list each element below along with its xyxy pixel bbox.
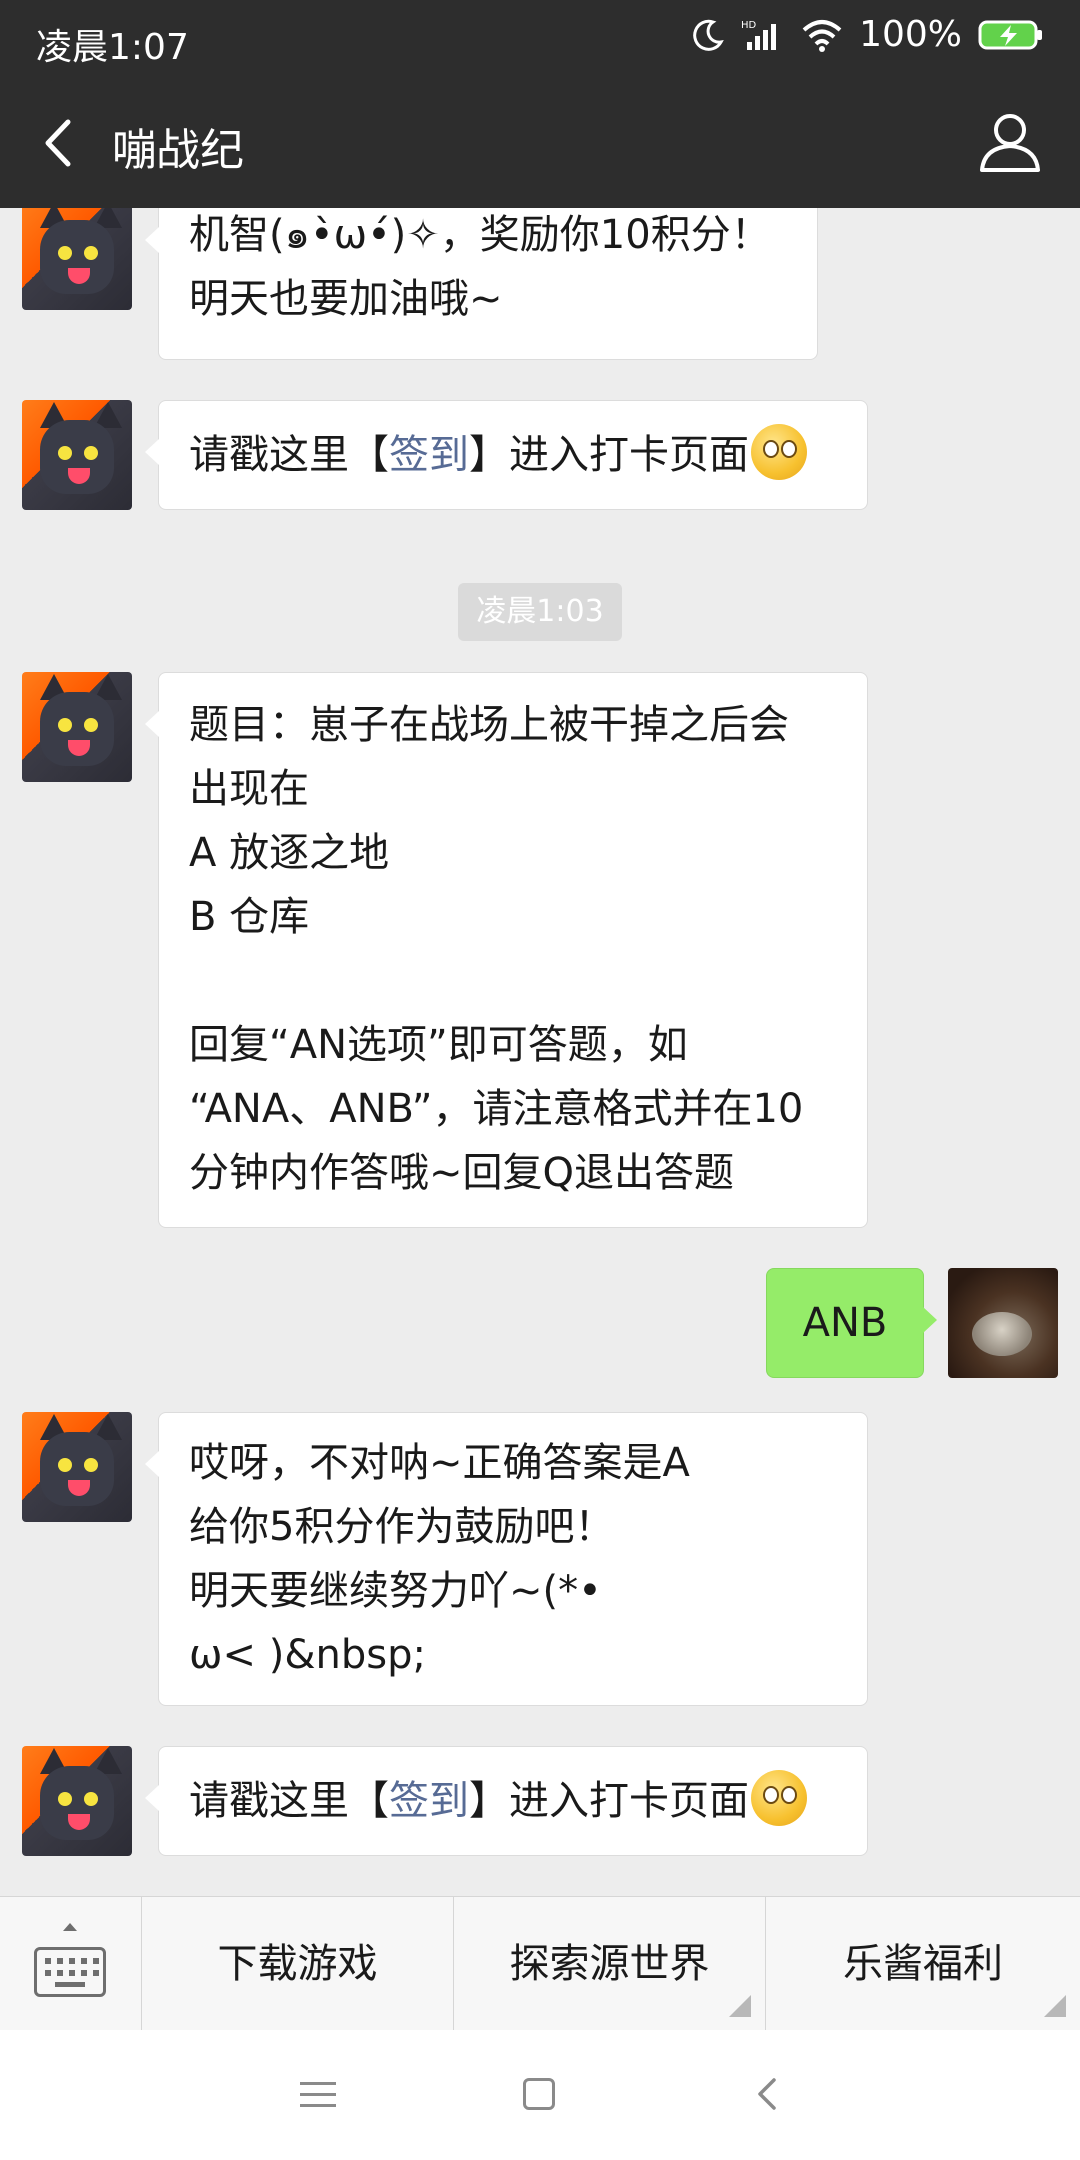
message-timestamp: 凌晨1:03	[458, 583, 622, 641]
keyboard-icon	[34, 1947, 106, 1997]
message-line: A 放逐之地	[189, 830, 390, 876]
message-line: 明天要继续努力吖~(*•	[189, 1568, 602, 1614]
profile-icon[interactable]	[974, 106, 1046, 178]
system-nav-bar	[0, 2030, 1080, 2160]
bottom-menu: 下载游戏 探索源世界 乐酱福利	[0, 1896, 1080, 2031]
checkin-link[interactable]: 签到	[389, 432, 469, 478]
chevron-up-icon	[63, 1923, 77, 1931]
user-avatar[interactable]	[948, 1268, 1058, 1378]
bot-avatar[interactable]	[22, 208, 132, 310]
menu-download-game[interactable]: 下载游戏	[142, 1897, 454, 2031]
page-title: 嘣战纪	[112, 125, 244, 176]
bot-avatar[interactable]	[22, 1412, 132, 1522]
status-icons: HD 100%	[691, 14, 1044, 55]
submenu-indicator-icon	[1044, 1995, 1066, 2017]
message-line: ​	[189, 949, 837, 1013]
message-text: 】进入打卡页面	[469, 432, 749, 478]
message-line: 题目：崽子在战场上被干掉之后会	[189, 702, 789, 748]
message-text: 】进入打卡页面	[469, 1778, 749, 1824]
message-line: 回复“AN选项”即可答题，如	[189, 1022, 688, 1068]
user-message-bubble[interactable]: ANB	[766, 1268, 937, 1378]
title-bar: 嘣战纪	[0, 78, 1080, 208]
message-line: 出现在	[189, 766, 309, 812]
bot-avatar[interactable]	[22, 672, 132, 782]
svg-text:HD: HD	[741, 20, 757, 31]
moon-icon	[693, 19, 724, 51]
menu-item-label: 乐酱福利	[843, 1941, 1003, 1987]
bot-avatar[interactable]	[22, 1746, 132, 1856]
message-line: 给你5积分作为鼓励吧！	[189, 1504, 615, 1550]
message-line: 分钟内作答哦~回复Q退出答题	[189, 1150, 734, 1196]
message-bubble[interactable]: 请戳这里【签到】进入打卡页面	[145, 400, 868, 510]
battery-percent: 100%	[859, 14, 962, 55]
battery-charging-icon	[978, 20, 1042, 49]
message-text: 请戳这里【	[189, 1778, 389, 1824]
message-line: B 仓库	[189, 894, 310, 940]
menu-welfare[interactable]: 乐酱福利	[766, 1897, 1080, 2031]
status-bar: 凌晨1:07 HD 100%	[0, 0, 1080, 78]
nav-back-icon[interactable]	[750, 2076, 786, 2112]
back-arrow-icon[interactable]	[30, 108, 100, 178]
chat-area[interactable]: 机智(๑•̀ω•́)✧，奖励你10积分！ 明天也要加油哦~ 请戳这里【签到】进入…	[0, 208, 1080, 1896]
message-bubble[interactable]: 请戳这里【签到】进入打卡页面	[145, 1746, 868, 1856]
status-time: 凌晨1:07	[36, 27, 189, 68]
message-bubble[interactable]: 哎呀，不对呐~正确答案是A 给你5积分作为鼓励吧！ 明天要继续努力吖~(*• ω…	[145, 1412, 868, 1706]
thinking-emoji-icon	[751, 424, 807, 480]
message-text: ANB	[802, 1300, 888, 1346]
hd-signal-icon: HD	[741, 20, 777, 50]
message-line: 机智(๑•̀ω•́)✧，奖励你10积分！	[189, 212, 771, 258]
message-line: “ANA、ANB”，请注意格式并在10	[189, 1086, 804, 1132]
keyboard-toggle-button[interactable]	[0, 1897, 142, 2031]
message-line: 哎呀，不对呐~正确答案是A	[189, 1440, 690, 1486]
thinking-emoji-icon	[751, 1770, 807, 1826]
menu-item-label: 探索源世界	[509, 1941, 710, 1987]
message-bubble[interactable]: 题目：崽子在战场上被干掉之后会 出现在 A 放逐之地 B 仓库 ​ 回复“AN选…	[145, 672, 868, 1228]
menu-explore-world[interactable]: 探索源世界	[454, 1897, 766, 2031]
menu-item-label: 下载游戏	[217, 1941, 378, 1987]
recent-apps-icon[interactable]	[300, 2080, 336, 2110]
checkin-link[interactable]: 签到	[389, 1778, 469, 1824]
message-text: 请戳这里【	[189, 432, 389, 478]
message-line: 明天也要加油哦~	[189, 276, 503, 322]
submenu-indicator-icon	[729, 1995, 751, 2017]
bot-avatar[interactable]	[22, 400, 132, 510]
message-bubble[interactable]: 机智(๑•̀ω•́)✧，奖励你10积分！ 明天也要加油哦~	[145, 208, 818, 360]
wifi-icon	[802, 19, 842, 52]
message-line: ω< )&nbsp;	[189, 1632, 426, 1678]
home-icon[interactable]	[523, 2078, 555, 2110]
